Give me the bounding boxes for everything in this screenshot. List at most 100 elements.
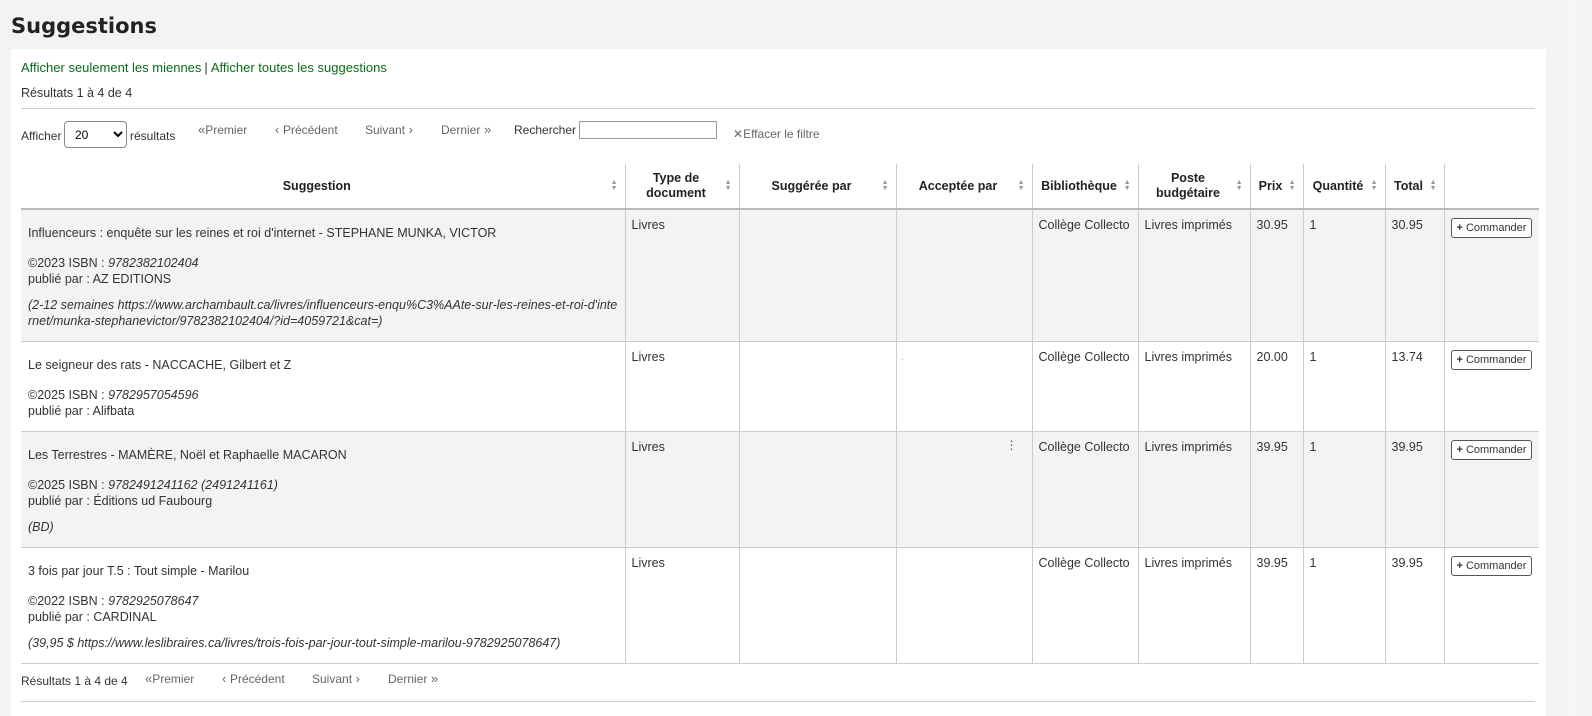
suggestion-cell: 3 fois par jour T.5 : Tout simple - Mari…	[21, 547, 625, 664]
library-cell: Collège Collecto	[1031, 341, 1138, 432]
column-header-quantity[interactable]: Quantité ▲ ▼	[1302, 164, 1385, 210]
doc-type-cell: Livres	[624, 431, 739, 548]
action-cell: + Commander	[1443, 209, 1539, 342]
next-page-button[interactable]: Suivant ›	[365, 116, 413, 144]
show-label: Afficher	[21, 129, 62, 143]
plus-icon: +	[1456, 444, 1463, 456]
sort-icon: ▲ ▼	[1235, 179, 1243, 192]
show-mine-link[interactable]: Afficher seulement les miennes	[21, 60, 201, 75]
divider-bottom	[21, 701, 1535, 702]
column-label: Type de document	[646, 171, 706, 200]
chevron-right-icon: ›	[352, 671, 360, 686]
suggestion-title: Les Terrestres - MAMÈRE, Noël et Raphael…	[28, 448, 347, 462]
first-page-label: Premier	[152, 672, 195, 686]
action-cell: + Commander	[1443, 341, 1539, 432]
commander-label: Commander	[1465, 444, 1527, 456]
last-page-button[interactable]: Dernier »	[388, 665, 438, 693]
clear-filter-button[interactable]: ✕Effacer le filtre	[733, 120, 820, 148]
year-isbn-label: ©2025 ISBN :	[28, 478, 109, 492]
column-header-actions	[1443, 164, 1539, 210]
chevron-right-icon: ›	[405, 122, 413, 137]
doc-type-cell: Livres	[624, 547, 739, 664]
table-footer: Résultats 1 à 4 de 4 «Premier ‹ Précéden…	[21, 667, 1541, 689]
double-chevron-right-icon: »	[480, 122, 492, 137]
year-isbn-label: ©2025 ISBN :	[28, 388, 109, 402]
link-separator: |	[204, 60, 208, 75]
suggestion-publisher: publié par : Alifbata	[28, 404, 135, 418]
column-header-suggestion[interactable]: Suggestion ▲ ▼	[21, 164, 625, 210]
library-cell: Collège Collecto	[1031, 431, 1138, 548]
column-header-total[interactable]: Total ▲ ▼	[1384, 164, 1444, 210]
column-label: Poste budgétaire	[1156, 171, 1220, 200]
column-label: Total	[1394, 178, 1423, 193]
column-label: Prix	[1258, 178, 1283, 193]
chevron-left-icon: ‹	[275, 122, 283, 137]
table-row: Le seigneur des rats - NACCACHE, Gilbert…	[21, 341, 1539, 432]
first-page-button[interactable]: «Premier	[198, 116, 247, 144]
previous-page-button[interactable]: ‹ Précédent	[275, 116, 338, 144]
vertical-scrollbar[interactable]	[1567, 0, 1576, 716]
price-cell: 39.95	[1249, 547, 1303, 664]
budget-cell: Livres imprimés	[1137, 209, 1250, 342]
suggestion-title: Influenceurs : enquête sur les reines et…	[28, 226, 497, 240]
first-page-button[interactable]: «Premier	[145, 665, 194, 693]
kebab-icon[interactable]: ⋮	[1006, 438, 1018, 452]
isbn-value: 9782382102404	[108, 256, 199, 270]
suggestions-table: Suggestion ▲ ▼ Type de document ▲ ▼ Suggérée…	[21, 164, 1539, 664]
suggestion-cell: Influenceurs : enquête sur les reines et…	[21, 209, 625, 342]
column-header-price[interactable]: Prix ▲ ▼	[1249, 164, 1303, 210]
column-label: Quantité	[1312, 178, 1364, 193]
commander-button[interactable]: + Commander	[1450, 218, 1533, 238]
accepted-by-cell: ⋮	[895, 431, 1032, 548]
next-page-button[interactable]: Suivant ›	[312, 665, 360, 693]
page-size-select[interactable]: 20	[64, 121, 127, 148]
plus-icon: +	[1456, 222, 1463, 234]
column-label: Acceptée par	[918, 178, 998, 193]
filter-links: Afficher seulement les miennes | Afficher …	[21, 60, 387, 75]
quantity-cell: 1	[1302, 547, 1385, 664]
price-cell: 30.95	[1249, 209, 1303, 342]
suggested-by-cell	[738, 547, 896, 664]
commander-label: Commander	[1465, 354, 1527, 366]
search-input[interactable]	[579, 121, 717, 139]
library-cell: Collège Collecto	[1031, 547, 1138, 664]
show-all-link[interactable]: Afficher toutes les suggestions	[211, 60, 387, 75]
suggestion-cell: Le seigneur des rats - NACCACHE, Gilbert…	[21, 341, 625, 432]
table-toolbar: Afficher 20 résultats «Premier ‹ Précéde…	[21, 121, 1541, 151]
sort-icon: ▲ ▼	[1288, 179, 1296, 192]
results-count-bottom: Résultats 1 à 4 de 4	[21, 674, 128, 688]
accepted-by-cell	[895, 209, 1032, 342]
main-panel: Afficher seulement les miennes | Afficher …	[11, 49, 1546, 716]
column-header-type[interactable]: Type de document ▲ ▼	[624, 164, 739, 210]
scrollbar-thumb[interactable]	[1567, 0, 1576, 716]
accepted-by-cell	[895, 547, 1032, 664]
column-header-library[interactable]: Bibliothèque ▲ ▼	[1031, 164, 1138, 210]
suggestion-note: (2-12 semaines https://www.archambault.c…	[28, 298, 618, 328]
suggestion-isbn-line: ©2023 ISBN : 9782382102404	[28, 255, 618, 271]
suggestion-isbn-line: ©2022 ISBN : 9782925078647	[28, 593, 618, 609]
suggestion-cell: Les Terrestres - MAMÈRE, Noël et Raphael…	[21, 431, 625, 548]
commander-button[interactable]: + Commander	[1450, 556, 1533, 576]
doc-type-cell: Livres	[624, 341, 739, 432]
previous-page-button[interactable]: ‹ Précédent	[222, 665, 285, 693]
sort-icon: ▲ ▼	[881, 179, 889, 192]
commander-button[interactable]: + Commander	[1450, 440, 1533, 460]
plus-icon: +	[1456, 354, 1463, 366]
budget-cell: Livres imprimés	[1137, 341, 1250, 432]
column-label: Suggestion	[282, 178, 351, 193]
last-page-label: Dernier	[388, 672, 428, 686]
commander-button[interactable]: + Commander	[1450, 350, 1533, 370]
x-icon: ✕	[733, 127, 744, 141]
suggestion-publisher: publié par : AZ EDITIONS	[28, 272, 172, 286]
sort-icon: ▲ ▼	[1017, 179, 1025, 192]
column-label: Suggérée par	[771, 178, 852, 193]
chevron-left-icon: ‹	[222, 671, 230, 686]
price-cell: 39.95	[1249, 431, 1303, 548]
last-page-label: Dernier	[441, 123, 481, 137]
last-page-button[interactable]: Dernier »	[441, 116, 491, 144]
column-header-suggested-by[interactable]: Suggérée par ▲ ▼	[738, 164, 896, 210]
page-title: Suggestions	[11, 14, 157, 38]
column-header-accepted-by[interactable]: Acceptée par ▲ ▼	[895, 164, 1032, 210]
column-header-budget[interactable]: Poste budgétaire ▲ ▼	[1137, 164, 1250, 210]
next-page-label: Suivant	[365, 123, 406, 137]
